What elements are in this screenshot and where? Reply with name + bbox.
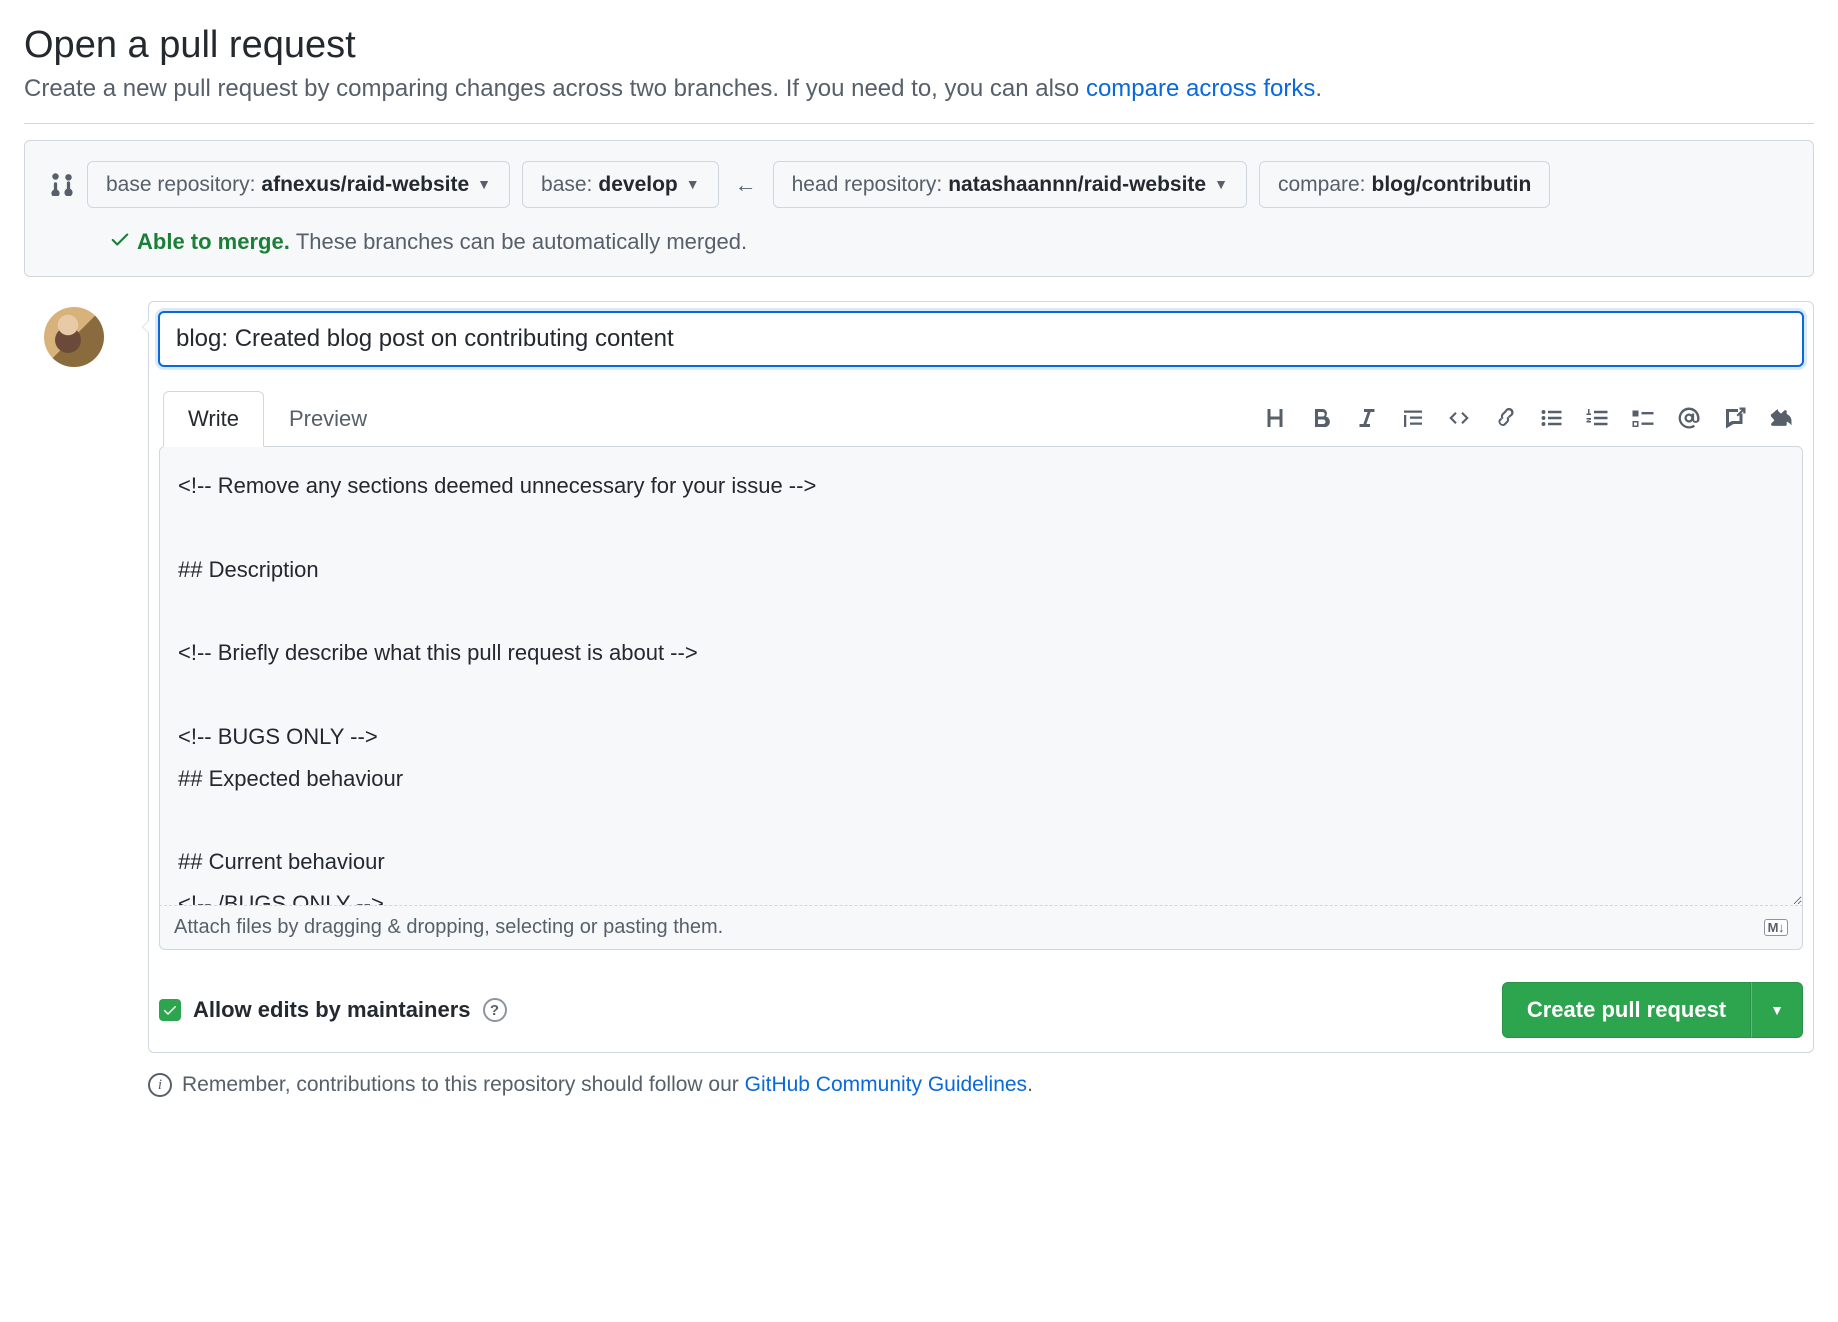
head-repo-selector[interactable]: head repository: natashaannn/raid-websit… (773, 161, 1247, 208)
markdown-toolbar (1261, 404, 1803, 432)
tabs: Write Preview (163, 390, 392, 446)
head-repo-value: natashaannn/raid-website (948, 172, 1206, 197)
page-subtitle-suffix: . (1315, 75, 1322, 102)
help-icon[interactable]: ? (483, 998, 507, 1022)
link-icon[interactable] (1491, 404, 1519, 432)
merge-status: Able to merge. These branches can be aut… (109, 228, 1789, 256)
caret-down-icon: ▼ (1214, 176, 1228, 193)
caret-down-icon: ▼ (477, 176, 491, 193)
attach-hint-text: Attach files by dragging & dropping, sel… (174, 916, 723, 939)
compare-branch-value: blog/contributin (1372, 172, 1532, 197)
italic-icon[interactable] (1353, 404, 1381, 432)
code-icon[interactable] (1445, 404, 1473, 432)
cross-reference-icon[interactable] (1721, 404, 1749, 432)
checkbox-checked-icon (159, 999, 181, 1021)
page-header: Open a pull request Create a new pull re… (24, 24, 1814, 124)
guidelines-suffix: . (1027, 1073, 1033, 1096)
quote-icon[interactable] (1399, 404, 1427, 432)
compare-branch-label: compare: (1278, 172, 1366, 197)
base-repo-label: base repository: (106, 172, 255, 197)
task-list-icon[interactable] (1629, 404, 1657, 432)
compare-branch-selector[interactable]: compare: blog/contributin (1259, 161, 1550, 208)
avatar[interactable] (44, 307, 104, 367)
page-subtitle: Create a new pull request by comparing c… (24, 75, 1814, 103)
git-compare-icon (49, 170, 75, 199)
merge-status-strong: Able to merge. (137, 229, 290, 255)
guidelines-prefix: Remember, contributions to this reposito… (182, 1073, 745, 1096)
reply-icon[interactable] (1767, 404, 1795, 432)
check-icon (109, 228, 131, 256)
compare-box: base repository: afnexus/raid-website ▼ … (24, 140, 1814, 277)
compare-forks-link[interactable]: compare across forks (1086, 75, 1315, 102)
guidelines-note: i Remember, contributions to this reposi… (148, 1073, 1814, 1097)
pr-body-textarea[interactable] (159, 446, 1803, 906)
mention-icon[interactable] (1675, 404, 1703, 432)
tab-preview[interactable]: Preview (264, 391, 392, 447)
tab-write[interactable]: Write (163, 391, 264, 447)
allow-edits-checkbox[interactable]: Allow edits by maintainers ? (159, 997, 507, 1023)
pr-title-input[interactable] (158, 311, 1804, 367)
community-guidelines-link[interactable]: GitHub Community Guidelines (745, 1073, 1027, 1096)
merge-status-rest: These branches can be automatically merg… (296, 229, 747, 255)
create-pull-request-dropdown[interactable]: ▼ (1751, 982, 1803, 1038)
page-title: Open a pull request (24, 24, 1814, 67)
allow-edits-label: Allow edits by maintainers (193, 997, 471, 1023)
base-branch-value: develop (598, 172, 677, 197)
ordered-list-icon[interactable] (1583, 404, 1611, 432)
create-pull-request-button[interactable]: Create pull request (1502, 982, 1751, 1038)
base-repo-selector[interactable]: base repository: afnexus/raid-website ▼ (87, 161, 510, 208)
base-branch-label: base: (541, 172, 592, 197)
unordered-list-icon[interactable] (1537, 404, 1565, 432)
attach-hint[interactable]: Attach files by dragging & dropping, sel… (159, 906, 1803, 950)
head-repo-label: head repository: (792, 172, 943, 197)
base-repo-value: afnexus/raid-website (261, 172, 469, 197)
info-icon: i (148, 1073, 172, 1097)
arrow-left-icon: ← (731, 172, 761, 198)
base-branch-selector[interactable]: base: develop ▼ (522, 161, 719, 208)
heading-icon[interactable] (1261, 404, 1289, 432)
bold-icon[interactable] (1307, 404, 1335, 432)
caret-down-icon: ▼ (686, 176, 700, 193)
markdown-badge-icon[interactable]: M↓ (1764, 919, 1788, 936)
comment-box: Write Preview (148, 301, 1814, 1053)
page-subtitle-prefix: Create a new pull request by comparing c… (24, 75, 1086, 102)
caret-down-icon: ▼ (1770, 1002, 1784, 1018)
